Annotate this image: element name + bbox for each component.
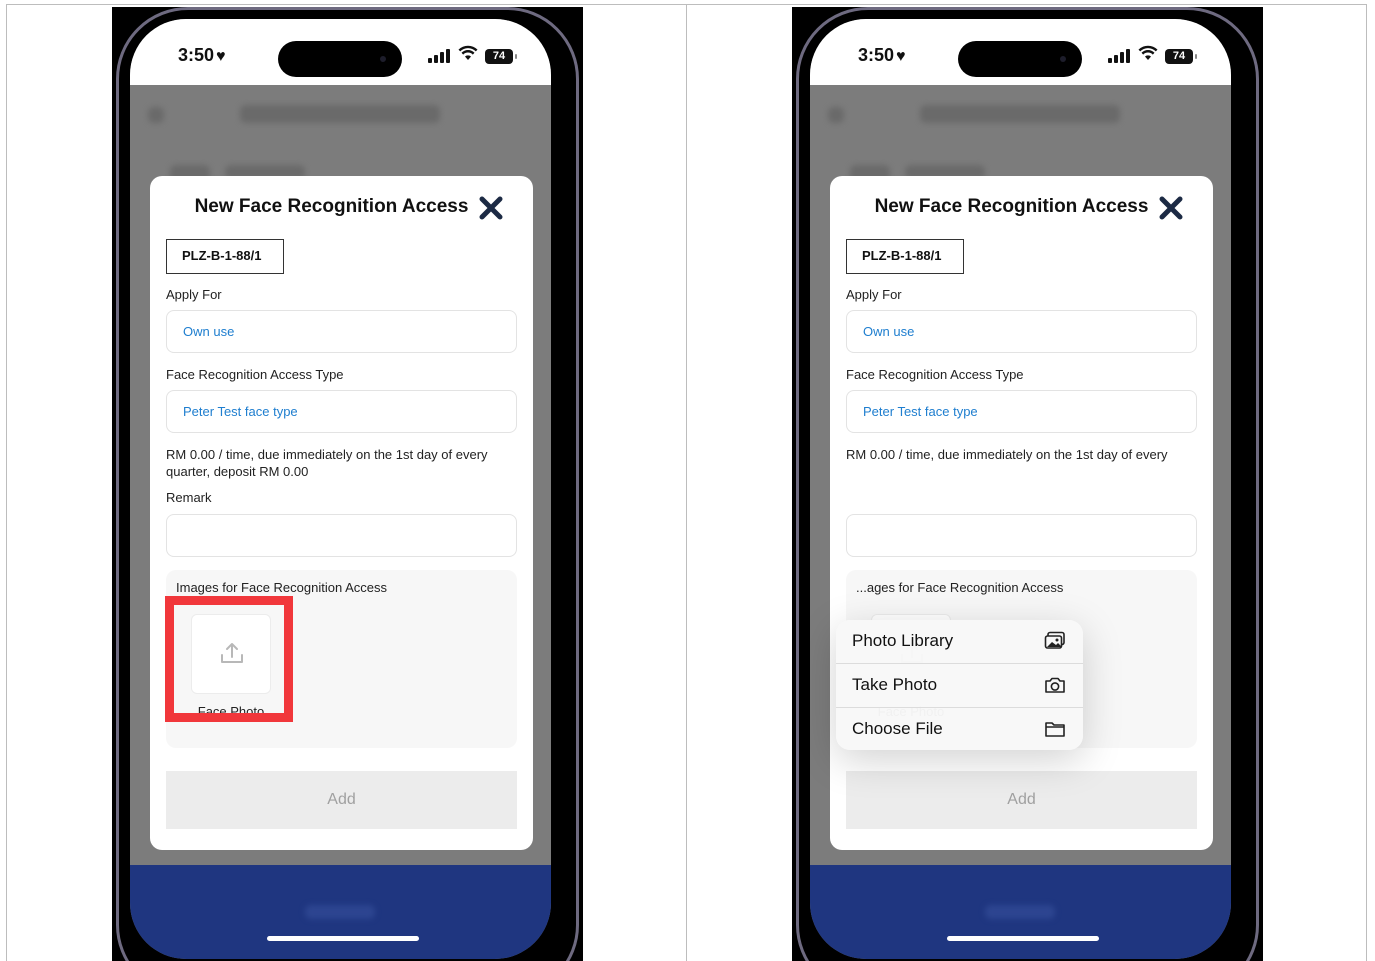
image-source-menu: Photo Library Take Photo Choose File — [836, 620, 1083, 750]
apply-for-label: Apply For — [846, 287, 902, 302]
remark-label: Remark — [166, 490, 212, 505]
left-panel: 3:50 ♥ 74 New Face Recognition Access PL… — [6, 4, 687, 961]
blurred-bottom-bar — [130, 865, 551, 959]
camera-icon — [1045, 677, 1065, 693]
add-button[interactable]: Add — [846, 771, 1197, 829]
menu-item-label: Photo Library — [852, 631, 954, 650]
add-button[interactable]: Add — [166, 771, 517, 829]
phone-frame: 3:50 ♥ 74 New Face Recognition Access PL… — [112, 7, 583, 961]
close-icon[interactable] — [478, 195, 504, 221]
blurred-app-header — [130, 85, 551, 185]
access-type-label: Face Recognition Access Type — [846, 367, 1024, 382]
right-panel: 3:50 ♥ 74 New Face Recognition Access PL… — [686, 4, 1367, 961]
menu-item-photo-library[interactable]: Photo Library — [836, 620, 1083, 663]
home-indicator[interactable] — [267, 936, 419, 941]
menu-item-label: Take Photo — [852, 675, 938, 694]
unit-selector[interactable]: PLZ-B-1-88/1 — [846, 239, 964, 274]
new-face-access-modal: New Face Recognition Access PLZ-B-1-88/1… — [150, 176, 533, 850]
signal-icon — [1108, 49, 1132, 63]
status-bar: 3:50 ♥ 74 — [130, 19, 551, 85]
wifi-icon — [1138, 45, 1158, 66]
images-label-partial: ...ages for Face Recognition Access — [856, 580, 1064, 595]
signal-icon — [428, 49, 452, 63]
wifi-icon — [458, 45, 478, 66]
apply-for-label: Apply For — [166, 287, 222, 302]
remark-input[interactable] — [166, 514, 517, 557]
fee-note: RM 0.00 / time, due immediately on the 1… — [166, 447, 488, 479]
close-icon[interactable] — [1158, 195, 1184, 221]
highlight-box — [165, 596, 293, 722]
home-indicator[interactable] — [947, 936, 1099, 941]
menu-item-choose-file[interactable]: Choose File — [836, 708, 1083, 750]
fee-note-first-line: RM 0.00 / time, due immediately on the 1… — [846, 447, 1168, 462]
battery-icon: 74 — [1165, 49, 1197, 64]
modal-title: New Face Recognition Access — [874, 196, 1149, 217]
apply-for-select[interactable]: Own use — [846, 310, 1197, 353]
status-time: 3:50 ♥ — [858, 45, 906, 65]
dynamic-island — [278, 41, 402, 77]
folder-icon — [1045, 722, 1065, 737]
status-time: 3:50 ♥ — [178, 45, 226, 65]
phone-frame: 3:50 ♥ 74 New Face Recognition Access PL… — [792, 7, 1263, 961]
screen: 3:50 ♥ 74 New Face Recognition Access PL… — [810, 19, 1231, 959]
menu-item-take-photo[interactable]: Take Photo — [836, 664, 1083, 707]
remark-input[interactable] — [846, 514, 1197, 557]
access-type-label: Face Recognition Access Type — [166, 367, 344, 382]
status-bar: 3:50 ♥ 74 — [810, 19, 1231, 85]
battery-icon: 74 — [485, 49, 517, 64]
heart-icon: ♥ — [896, 48, 906, 65]
photo-library-icon — [1044, 631, 1065, 649]
blurred-app-header — [810, 85, 1231, 185]
images-label: Images for Face Recognition Access — [176, 580, 387, 595]
new-face-access-modal: New Face Recognition Access PLZ-B-1-88/1… — [830, 176, 1213, 850]
dynamic-island — [958, 41, 1082, 77]
modal-title: New Face Recognition Access — [194, 196, 469, 217]
access-type-select[interactable]: Peter Test face type — [846, 390, 1197, 433]
heart-icon: ♥ — [216, 48, 226, 65]
unit-selector[interactable]: PLZ-B-1-88/1 — [166, 239, 284, 274]
screen: 3:50 ♥ 74 New Face Recognition Access PL… — [130, 19, 551, 959]
blurred-bottom-bar — [810, 865, 1231, 959]
menu-item-label: Choose File — [852, 719, 943, 738]
access-type-select[interactable]: Peter Test face type — [166, 390, 517, 433]
apply-for-select[interactable]: Own use — [166, 310, 517, 353]
